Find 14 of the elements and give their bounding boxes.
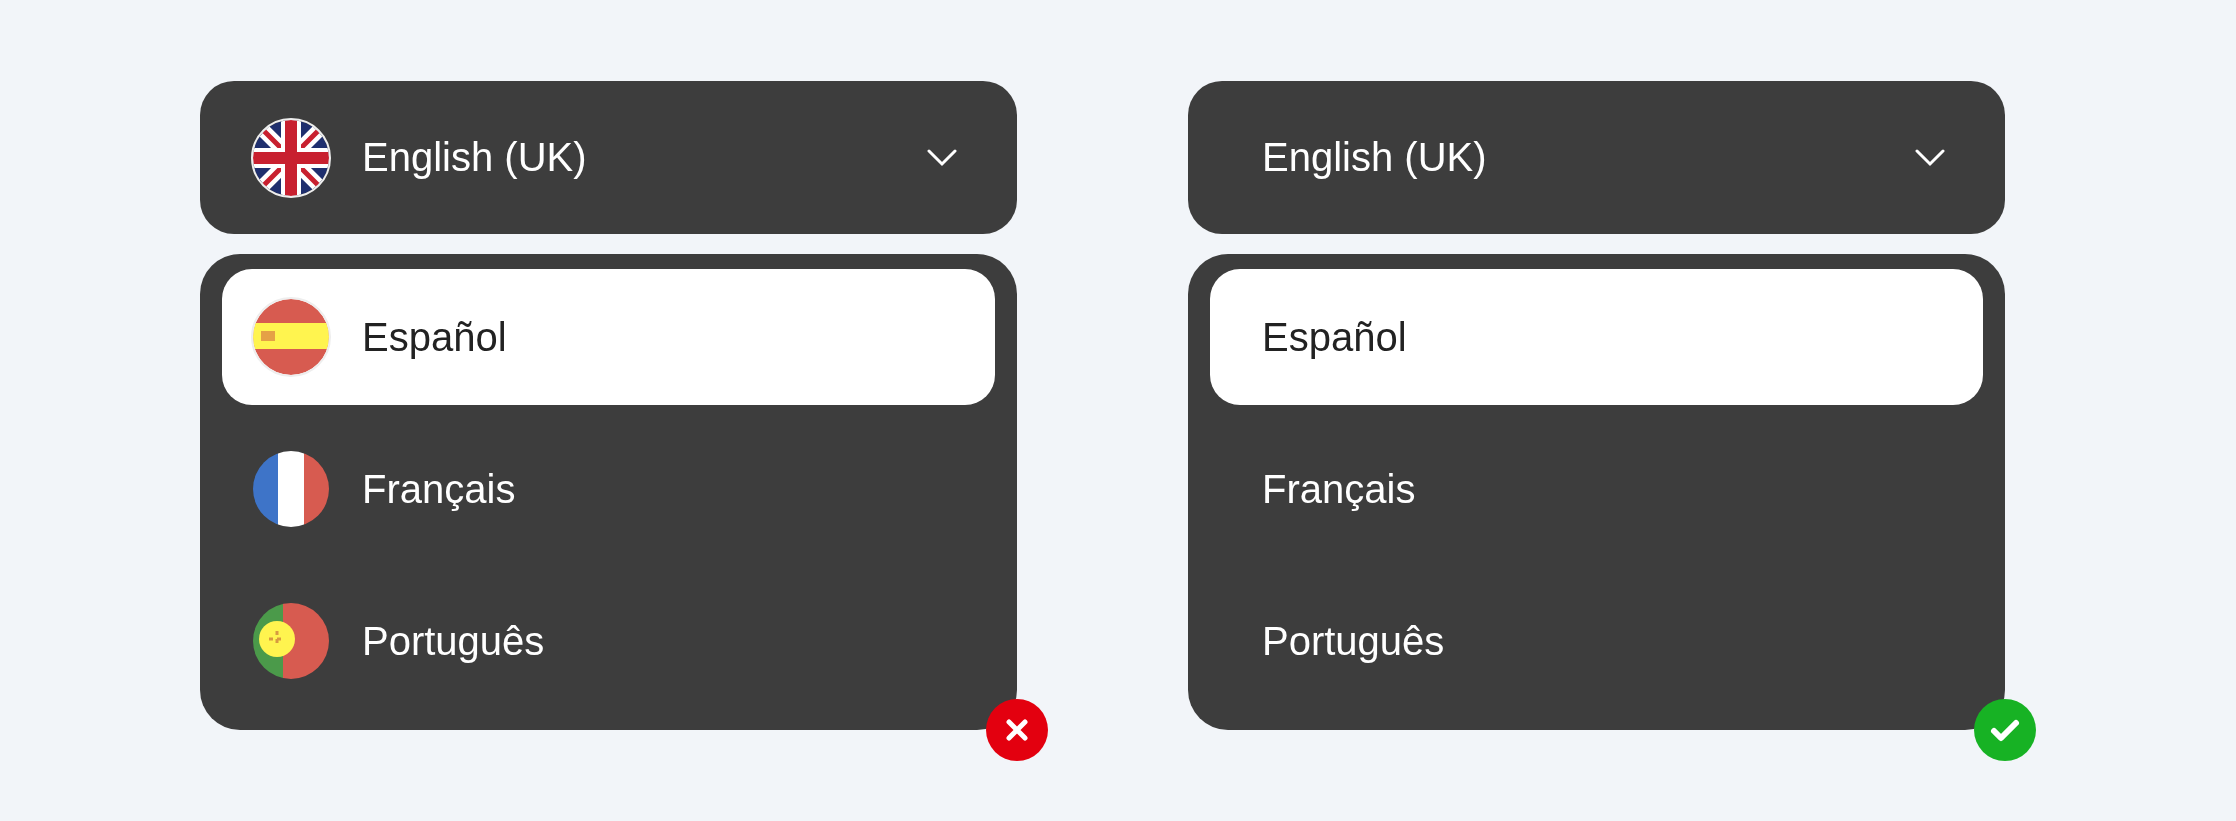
language-option[interactable]: Español bbox=[222, 269, 995, 405]
chevron-down-icon bbox=[1915, 148, 1945, 167]
language-option[interactable]: Português bbox=[222, 573, 995, 709]
cross-icon bbox=[986, 699, 1048, 761]
flag-icon bbox=[250, 296, 332, 378]
check-icon bbox=[1974, 699, 2036, 761]
language-option[interactable]: Português bbox=[1210, 573, 1983, 709]
language-dropdown[interactable]: English (UK) bbox=[1188, 81, 2005, 234]
language-option[interactable]: Français bbox=[222, 421, 995, 557]
language-option[interactable]: Español bbox=[1210, 269, 1983, 405]
language-dropdown[interactable]: English (UK) bbox=[200, 81, 1017, 234]
flag-icon bbox=[250, 116, 332, 199]
chevron-down-icon bbox=[927, 148, 957, 167]
language-option[interactable]: Français bbox=[1210, 421, 1983, 557]
